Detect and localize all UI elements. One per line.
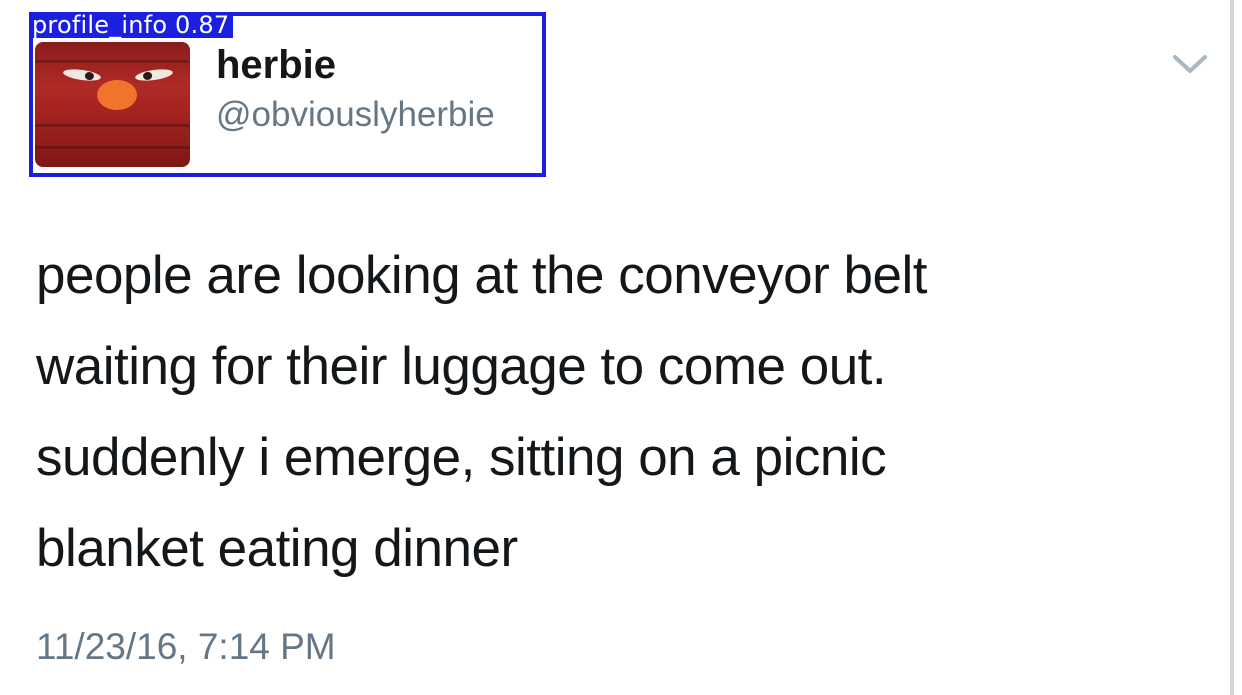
tweet-timestamp[interactable]: 11/23/16, 7:14 PM: [36, 624, 336, 670]
detection-label: profile_info 0.87: [29, 12, 234, 38]
tweet-line: suddenly i emerge, sitting on a picnic: [36, 428, 887, 487]
chevron-down-icon[interactable]: [1172, 52, 1208, 76]
tweet-line: blanket eating dinner: [36, 519, 518, 578]
tweet-line: waiting for their luggage to come out.: [36, 337, 887, 396]
tweet-text: people are looking at the conveyor belt …: [36, 230, 1186, 594]
tweet-line: people are looking at the conveyor belt: [36, 246, 927, 305]
tweet-screenshot: herbie @obviouslyherbie profile_info 0.8…: [0, 0, 1242, 695]
scrollbar-edge: [1230, 0, 1234, 695]
